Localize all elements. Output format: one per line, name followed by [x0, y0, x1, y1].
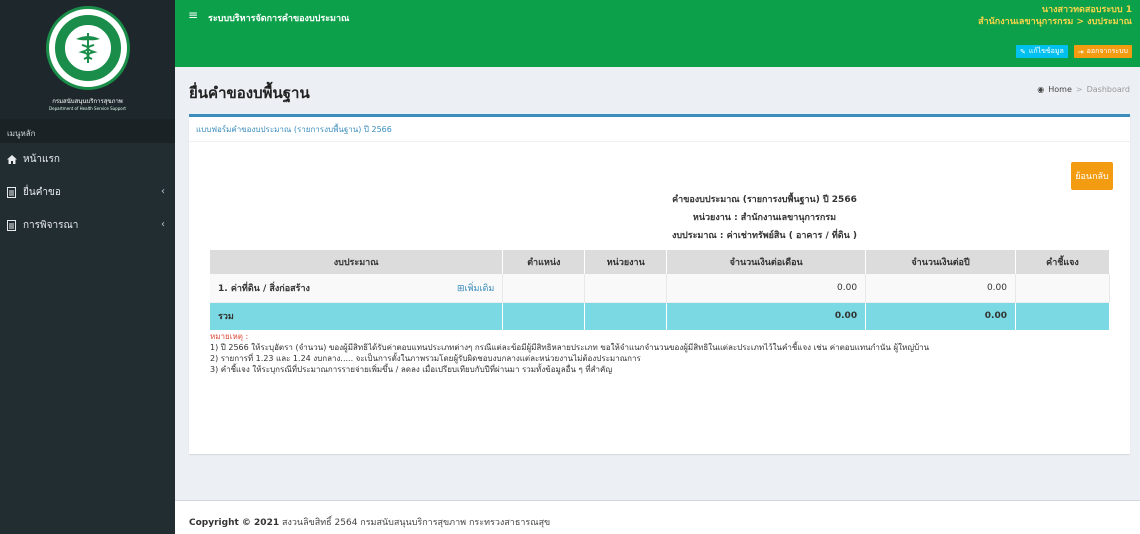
sidebar-item-label: การพิจารณา	[23, 220, 79, 231]
report-budget: งบประมาณ : ค่าเช่าทรัพย์สิน ( อาคาร / ที…	[671, 231, 858, 241]
top-header: ≡ ระบบบริหารจัดการคำของบประมาณ นางสาวทดส…	[175, 0, 1140, 67]
report-unit: หน่วยงาน : สำนักงานเลขานุการกรม	[692, 213, 837, 223]
table-header-row: งบประมาณ ตำแหน่ง หน่วยงาน จำนวนเงินต่อเด…	[210, 250, 1110, 274]
row-item-label: 1. ค่าที่ดิน / สิ่งก่อสร้าง	[218, 283, 310, 294]
report-title: คำของบประมาณ (รายการงบพื้นฐาน) ปี 2566	[672, 195, 857, 205]
logout-button[interactable]: ⇥ ออกจากระบบ	[1073, 45, 1132, 58]
sidebar-item-review[interactable]: การพิจารณา ‹	[0, 209, 175, 242]
home-icon	[7, 155, 23, 164]
footer-copyright: Copyright © 2021	[189, 518, 280, 528]
col-header-remark: คำชี้แจง	[1015, 250, 1110, 274]
plus-square-icon: ⊞	[456, 283, 465, 294]
breadcrumb: ◉ Home > Dashboard	[1037, 85, 1130, 94]
chevron-left-icon: ‹	[161, 219, 165, 230]
total-remark-cell	[1015, 302, 1110, 330]
sidebar: กรมสนับสนุนบริการสุขภาพ Department of He…	[0, 0, 175, 534]
total-yearly-cell: 0.00	[865, 302, 1016, 330]
row-item-cell: 1. ค่าที่ดิน / สิ่งก่อสร้าง ⊞เพิ่มเติม	[210, 274, 504, 303]
notes-label: หมายเหตุ :	[210, 332, 249, 341]
app-title: ระบบบริหารจัดการคำของบประมาณ	[208, 14, 350, 24]
file-icon	[7, 220, 23, 231]
row-monthly-cell: 0.00	[666, 274, 867, 303]
menu-header: เมนูหลัก	[0, 119, 175, 143]
add-more-link[interactable]: ⊞เพิ่มเติม	[457, 281, 494, 295]
logout-icon: ⇥	[1077, 47, 1084, 56]
total-position-cell	[502, 302, 586, 330]
sidebar-item-label: หน้าแรก	[23, 154, 60, 165]
total-monthly-cell: 0.00	[666, 302, 867, 330]
box-title: แบบฟอร์มคำของบประมาณ (รายการงบพื้นฐาน) ป…	[196, 125, 392, 134]
row-unit-cell	[584, 274, 668, 303]
col-header-budget: งบประมาณ	[210, 250, 504, 274]
back-button[interactable]: ย้อนกลับ	[1071, 162, 1113, 190]
col-header-monthly: จำนวนเงินต่อเดือน	[666, 250, 867, 274]
budget-table: งบประมาณ ตำแหน่ง หน่วยงาน จำนวนเงินต่อเด…	[210, 250, 1110, 330]
form-box: แบบฟอร์มคำของบประมาณ (รายการงบพื้นฐาน) ป…	[189, 114, 1130, 454]
note-line-2: 2) รายการที่ 1.23 และ 1.24 งบกลาง..... จ…	[210, 354, 641, 363]
user-info: นางสาวทดสอบระบบ 1 สำนักงานเลขานุการกรม >…	[978, 4, 1132, 28]
chevron-left-icon: ‹	[161, 186, 165, 197]
sidebar-item-home[interactable]: หน้าแรก	[0, 143, 175, 176]
row-remark-cell	[1015, 274, 1110, 303]
user-org: สำนักงานเลขานุการกรม > งบประมาณ	[978, 17, 1132, 27]
footer: Copyright © 2021 สงวนลิขสิทธิ์ 2564 กรมส…	[175, 500, 1140, 534]
row-yearly-cell: 0.00	[865, 274, 1016, 303]
table-total-row: รวม 0.00 0.00	[210, 302, 1110, 330]
page-title: ยื่นคำของบพื้นฐาน	[189, 84, 310, 102]
box-divider	[189, 141, 1130, 142]
menu-toggle-icon[interactable]: ≡	[188, 8, 198, 22]
breadcrumb-separator: >	[1075, 85, 1083, 94]
file-icon	[7, 187, 23, 198]
caduceus-icon	[75, 33, 100, 63]
sidebar-item-submit-request[interactable]: ยื่นคำขอ ‹	[0, 176, 175, 209]
edit-icon: ✎	[1019, 47, 1026, 56]
notes: หมายเหตุ : 1) ปี 2566 ให้ระบุอัตรา (จำนว…	[210, 331, 1115, 375]
footer-text: สงวนลิขสิทธิ์ 2564 กรมสนับสนุนบริการสุขภ…	[281, 518, 551, 528]
ministry-seal-logo	[45, 6, 130, 90]
edit-profile-button[interactable]: ✎ แก้ไขข้อมูล	[1015, 45, 1068, 58]
dashboard-icon: ◉	[1037, 85, 1045, 94]
sidebar-item-label: ยื่นคำขอ	[23, 187, 61, 198]
total-label: รวม	[210, 302, 504, 330]
col-header-unit: หน่วยงาน	[584, 250, 668, 274]
breadcrumb-home-link[interactable]: Home	[1048, 85, 1072, 94]
total-unit-cell	[584, 302, 668, 330]
report-heading: คำของบประมาณ (รายการงบพื้นฐาน) ปี 2566 ห…	[189, 191, 1130, 245]
col-header-position: ตำแหน่ง	[502, 250, 586, 274]
note-line-3: 3) คำชี้แจง ให้ระบุกรณีที่ประมาณการรายจ่…	[210, 365, 613, 374]
note-line-1: 1) ปี 2566 ให้ระบุอัตรา (จำนวน) ของผู้มี…	[210, 343, 930, 352]
breadcrumb-current: Dashboard	[1086, 85, 1130, 94]
table-row: 1. ค่าที่ดิน / สิ่งก่อสร้าง ⊞เพิ่มเติม 0…	[210, 274, 1110, 303]
col-header-yearly: จำนวนเงินต่อปี	[865, 250, 1016, 274]
logo-org-name: กรมสนับสนุนบริการสุขภาพ Department of He…	[49, 98, 126, 111]
user-name: นางสาวทดสอบระบบ 1	[1041, 5, 1132, 15]
row-position-cell	[502, 274, 586, 303]
logo[interactable]: กรมสนับสนุนบริการสุขภาพ Department of He…	[0, 0, 175, 119]
